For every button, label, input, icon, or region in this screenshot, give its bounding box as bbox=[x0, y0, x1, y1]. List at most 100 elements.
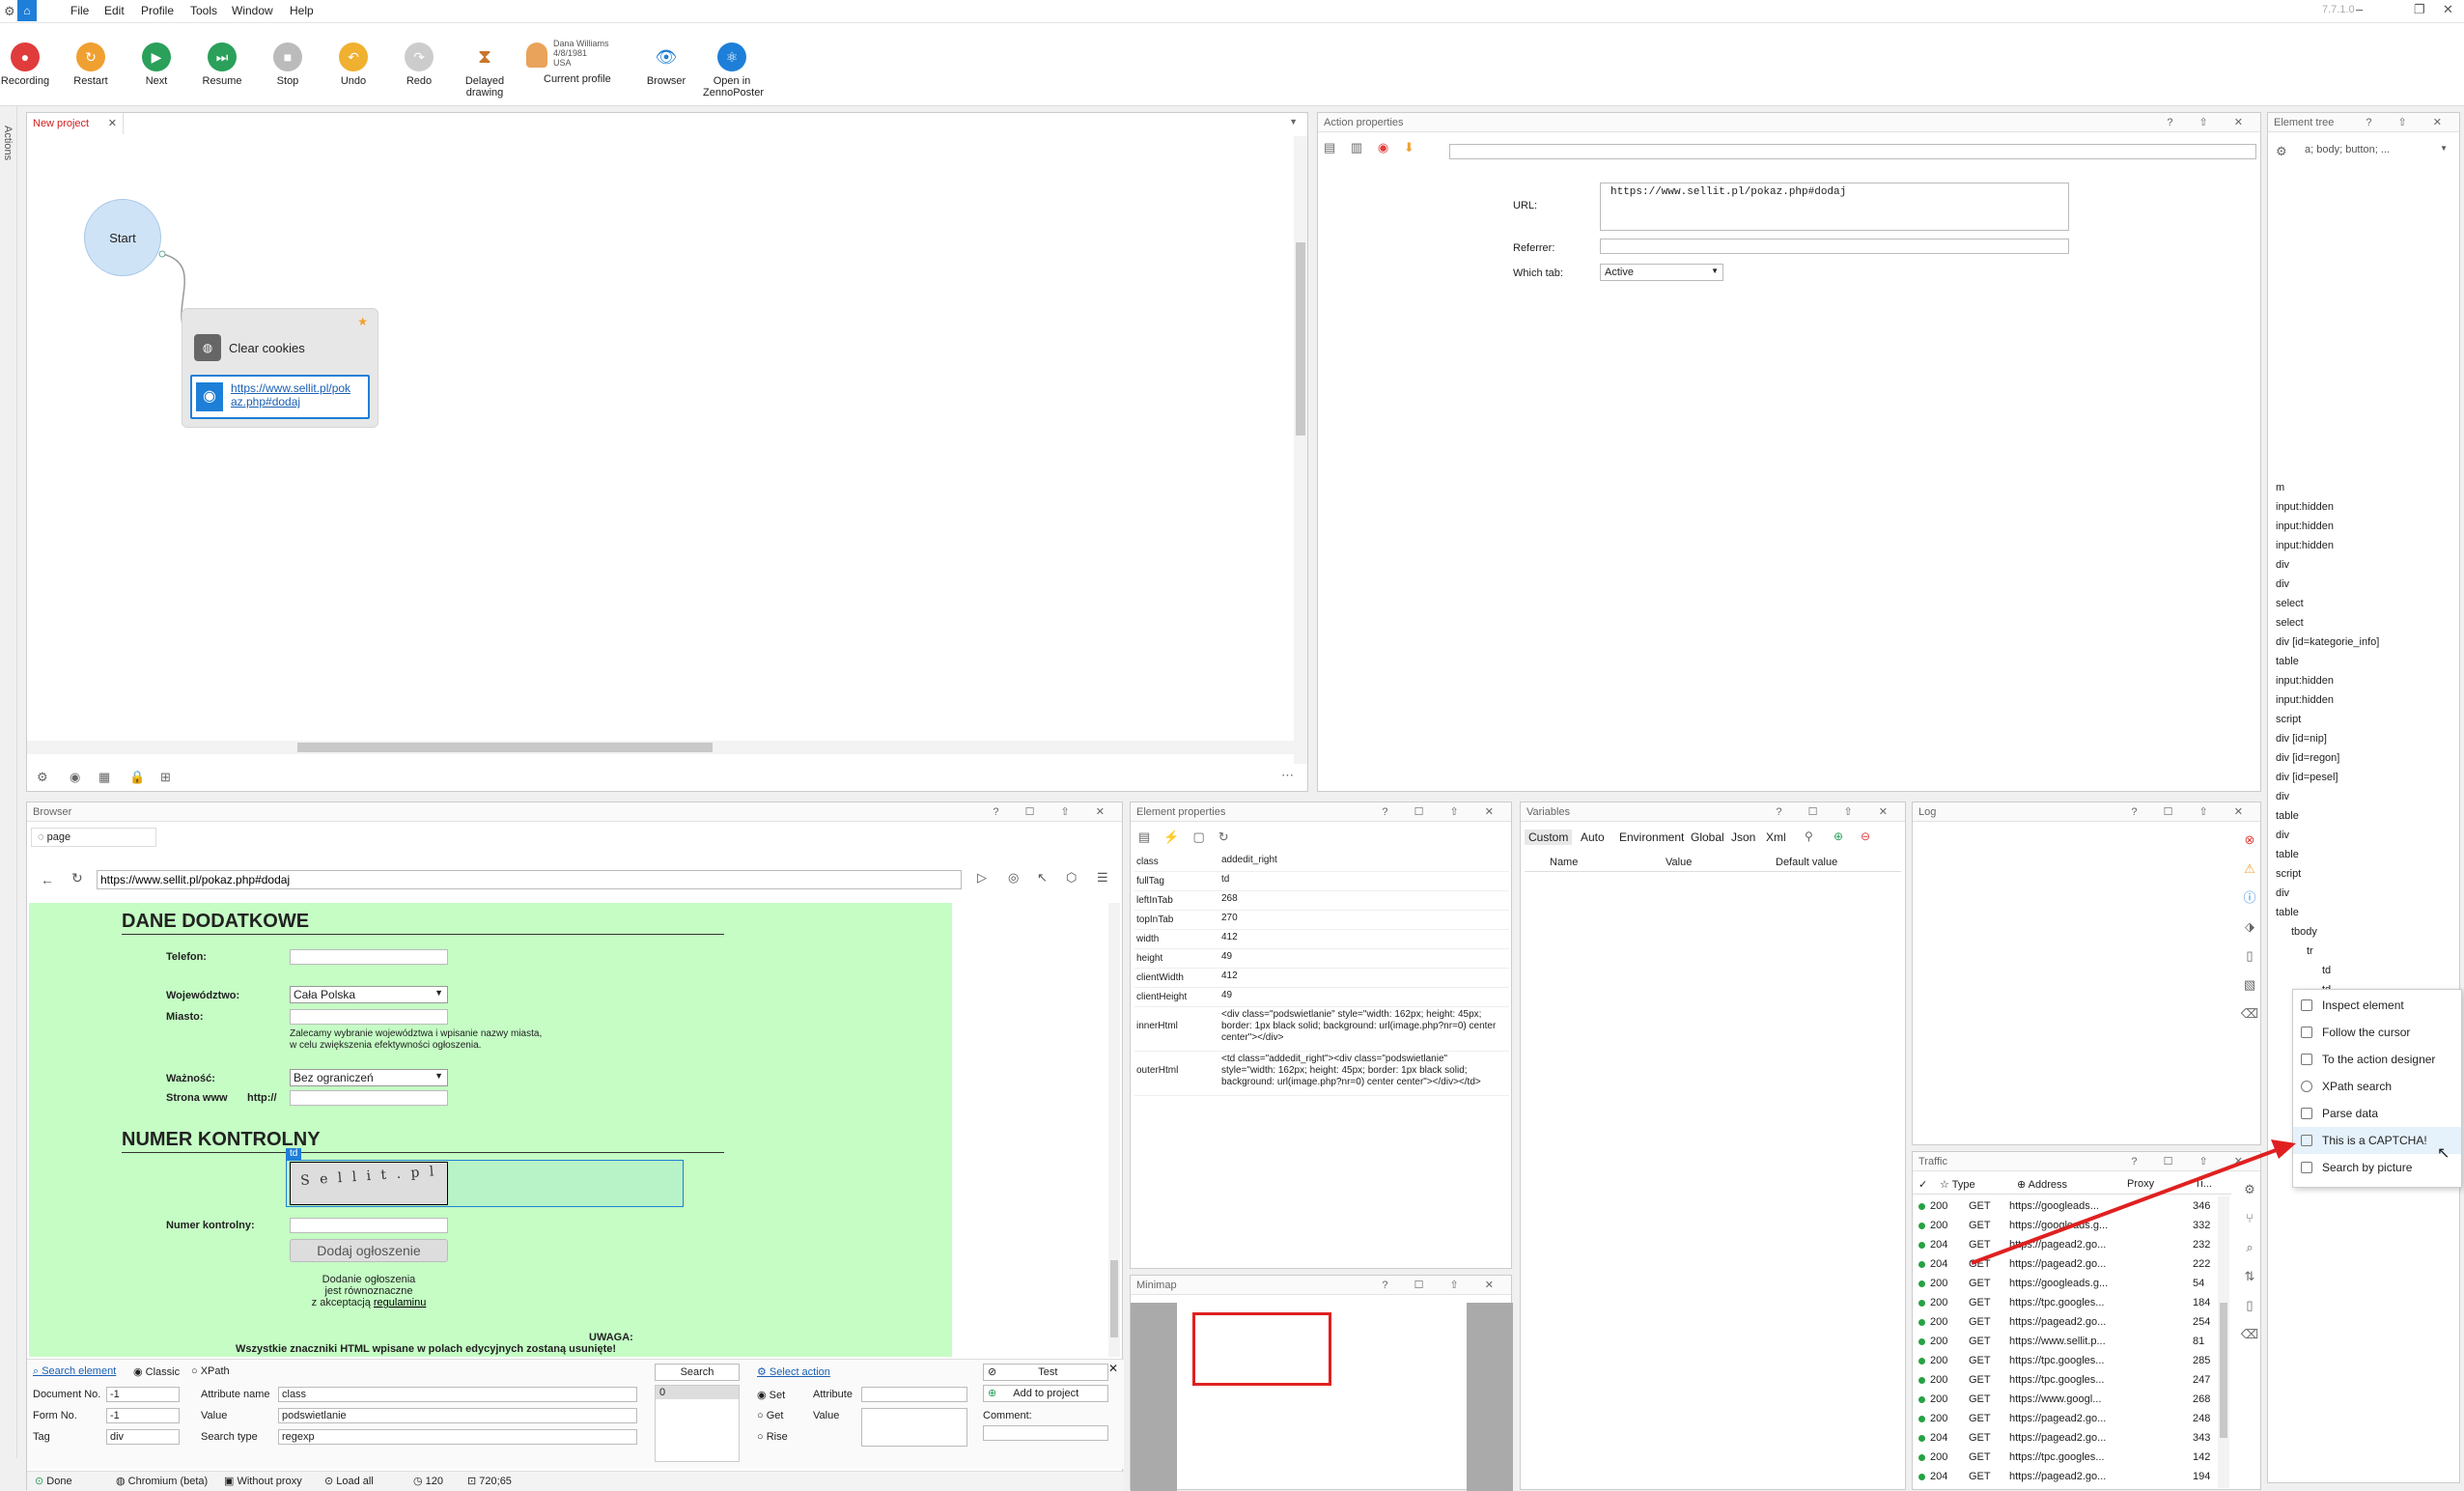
reload-icon[interactable]: ↻ bbox=[71, 870, 83, 886]
menu-window[interactable]: Window bbox=[232, 4, 273, 17]
tree-node[interactable]: input:hidden bbox=[2268, 497, 2457, 517]
load-status[interactable]: ⊙ Load all bbox=[324, 1475, 374, 1487]
horizontal-scrollbar[interactable] bbox=[27, 741, 1294, 754]
traffic-row[interactable]: 200 GET https://googleads.g... 54 bbox=[1913, 1274, 2218, 1293]
tree-node[interactable]: table bbox=[2268, 845, 2457, 864]
tree-node[interactable]: table bbox=[2268, 903, 2457, 922]
xpath-radio[interactable]: ○ XPath bbox=[191, 1365, 230, 1377]
traffic-row[interactable]: 200 GET https://googleads.g... 332 bbox=[1913, 1216, 2218, 1235]
tree-node[interactable]: div bbox=[2268, 787, 2457, 806]
properties-icon[interactable]: ▤ bbox=[1324, 140, 1335, 155]
node-url[interactable]: https://www.sellit.pl/pokaz.php#dodaj bbox=[231, 381, 354, 408]
traffic-row[interactable]: 200 GET https://tpc.googles... 285 bbox=[1913, 1351, 2218, 1370]
traffic-row[interactable]: 200 GET https://tpc.googles... 247 bbox=[1913, 1370, 2218, 1390]
menu-tools[interactable]: Tools bbox=[190, 4, 217, 17]
menu-follow-cursor[interactable]: Follow the cursor bbox=[2293, 1019, 2461, 1046]
proxy-status[interactable]: ▣ Without proxy bbox=[224, 1475, 302, 1487]
tree-node[interactable]: select bbox=[2268, 613, 2457, 633]
settings-icon[interactable]: ⚙ bbox=[37, 770, 48, 785]
file-icon[interactable]: ▯ bbox=[2239, 942, 2260, 971]
traffic-row[interactable]: 200 GET https://www.googl... 268 bbox=[1913, 1390, 2218, 1409]
comment-input[interactable] bbox=[983, 1425, 1108, 1441]
action-node[interactable]: ★ ◍ Clear cookies ◉ https://www.sellit.p… bbox=[182, 308, 378, 428]
workflow-canvas[interactable]: Start ★ ◍ Clear cookies ◉ https://www.se… bbox=[27, 136, 1294, 764]
engine-status[interactable]: ◍ Chromium (beta) bbox=[116, 1475, 208, 1487]
tree-node[interactable]: div [id=nip] bbox=[2268, 729, 2457, 748]
form-no-select[interactable]: -1 bbox=[106, 1408, 180, 1423]
traffic-row[interactable]: 200 GET https://www.sellit.p... 81 bbox=[1913, 1332, 2218, 1351]
browser-tab[interactable]: ◌ page bbox=[31, 828, 156, 847]
go-icon[interactable]: ▷ bbox=[977, 870, 987, 886]
select-action-link[interactable]: ⚙ Select action bbox=[757, 1365, 830, 1378]
tree-node[interactable]: tr bbox=[2268, 942, 2457, 961]
browser-button[interactable]: 👁 Browser bbox=[633, 42, 699, 87]
traffic-row[interactable]: 200 GET https://tpc.googles... 184 bbox=[1913, 1293, 2218, 1312]
tree-node[interactable]: div [id=regon] bbox=[2268, 748, 2457, 768]
browser-scrollbar[interactable] bbox=[1108, 903, 1120, 1357]
tree-node[interactable]: div bbox=[2268, 826, 2457, 845]
website-input[interactable] bbox=[290, 1090, 448, 1106]
search-element-link[interactable]: ⌕ Search element bbox=[33, 1365, 116, 1378]
tree-node[interactable]: table bbox=[2268, 806, 2457, 826]
pointer-icon[interactable]: ↖ bbox=[1037, 870, 1048, 886]
close-tab-icon[interactable]: ✕ bbox=[108, 117, 117, 129]
traffic-row[interactable]: 204 GET https://pagead2.go... 232 bbox=[1913, 1235, 2218, 1254]
open-zennoposter-button[interactable]: ⚛ Open in ZennoPoster bbox=[699, 42, 765, 98]
tab-json[interactable]: Json bbox=[1731, 830, 1755, 844]
branch-icon[interactable]: ⑂ bbox=[2239, 1204, 2260, 1233]
menu-profile[interactable]: Profile bbox=[141, 4, 174, 17]
which-tab-select[interactable]: Active ▼ bbox=[1600, 264, 1723, 281]
url-field[interactable]: https://www.sellit.pl/pokaz.php#dodaj bbox=[1600, 183, 2069, 231]
tree-node[interactable]: input:hidden bbox=[2268, 517, 2457, 536]
traffic-row[interactable]: 204 GET https://pagead2.go... 194 bbox=[1913, 1467, 2218, 1486]
arrow-down-icon[interactable]: ⬇ bbox=[1404, 140, 1414, 155]
record-small-icon[interactable]: ◉ bbox=[1378, 140, 1388, 155]
panel-controls[interactable]: ? ⇧ ✕ bbox=[2167, 116, 2254, 128]
set-value-input[interactable] bbox=[861, 1408, 967, 1447]
minimap-viewport[interactable] bbox=[1192, 1312, 1331, 1386]
actions-side-tab[interactable]: Actions bbox=[0, 106, 17, 1458]
traffic-scrollbar[interactable] bbox=[2218, 1196, 2229, 1488]
panel-controls[interactable]: ? ☐ ⇧ ✕ bbox=[1382, 805, 1505, 818]
get-radio[interactable]: ○ Get bbox=[757, 1410, 783, 1421]
address-bar[interactable] bbox=[97, 870, 962, 889]
captcha-image[interactable]: S e l l i t . p l bbox=[290, 1162, 448, 1205]
property-row[interactable]: class addedit_right bbox=[1134, 853, 1509, 872]
property-row[interactable]: width 412 bbox=[1134, 930, 1509, 949]
menu-edit[interactable]: Edit bbox=[104, 4, 125, 17]
grid-icon[interactable]: ▦ bbox=[98, 770, 110, 785]
tree-node[interactable]: script bbox=[2268, 710, 2457, 729]
extension-icon[interactable]: ⬡ bbox=[1066, 870, 1077, 886]
tree-node[interactable]: select bbox=[2268, 594, 2457, 613]
property-row[interactable]: fullTag td bbox=[1134, 872, 1509, 891]
attribute-name-select[interactable]: class bbox=[278, 1387, 637, 1402]
doc-no-select[interactable]: -1 bbox=[106, 1387, 180, 1402]
project-tab[interactable]: New project ✕ bbox=[27, 113, 124, 134]
tree-node[interactable]: table bbox=[2268, 652, 2457, 671]
url-sub-action[interactable]: ◉ https://www.sellit.pl/pokaz.php#dodaj bbox=[190, 375, 370, 419]
tree-node[interactable]: div [id=kategorie_info] bbox=[2268, 633, 2457, 652]
menu-inspect-element[interactable]: Inspect element bbox=[2293, 992, 2461, 1019]
edit-icon[interactable]: ▥ bbox=[1351, 140, 1362, 155]
next-button[interactable]: ▶ Next bbox=[124, 42, 189, 87]
search-icon[interactable]: ⌕ bbox=[2239, 1233, 2260, 1262]
tree-node[interactable]: input:hidden bbox=[2268, 671, 2457, 690]
property-row[interactable]: height 49 bbox=[1134, 949, 1509, 969]
value-input[interactable]: podswietlanie bbox=[278, 1408, 637, 1423]
traffic-row[interactable]: 200 GET https://googleads... 346 bbox=[1913, 1196, 2218, 1216]
tree-node[interactable]: tbody bbox=[2268, 922, 2457, 942]
tree-node[interactable]: div bbox=[2268, 884, 2457, 903]
remove-variable-icon[interactable]: ⊖ bbox=[1861, 830, 1870, 843]
back-icon[interactable]: ← bbox=[41, 872, 54, 887]
menu-parse-data[interactable]: Parse data bbox=[2293, 1100, 2461, 1127]
attribute-select[interactable] bbox=[861, 1387, 967, 1402]
home-button[interactable]: ⌂ bbox=[17, 0, 37, 21]
add-variable-icon[interactable]: ⊕ bbox=[1834, 830, 1843, 843]
traffic-row[interactable]: 200 GET https://pagead2.go... 254 bbox=[1913, 1312, 2218, 1332]
file-icon[interactable]: ▯ bbox=[2239, 1291, 2260, 1320]
rise-radio[interactable]: ○ Rise bbox=[757, 1431, 788, 1443]
menu-to-action-designer[interactable]: To the action designer bbox=[2293, 1046, 2461, 1073]
panel-controls[interactable]: ? ☐ ⇧ ✕ bbox=[1776, 805, 1899, 818]
fit-icon[interactable]: ⊞ bbox=[160, 770, 171, 785]
action-search-input[interactable] bbox=[1449, 144, 2256, 159]
